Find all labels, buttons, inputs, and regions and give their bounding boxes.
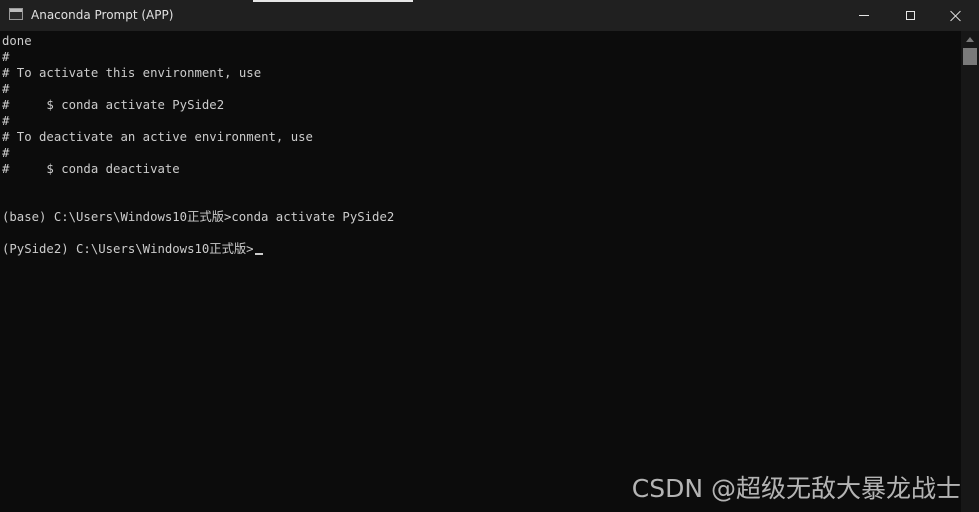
close-button[interactable] bbox=[933, 0, 979, 31]
text-cursor bbox=[254, 253, 263, 255]
watermark: CSDN @超级无敌大暴龙战士 bbox=[631, 474, 961, 503]
window-title: Anaconda Prompt (APP) bbox=[31, 8, 174, 22]
close-icon bbox=[950, 10, 962, 22]
console-line: done bbox=[2, 34, 32, 48]
anaconda-prompt-window: Anaconda Prompt (APP) done # # To activa… bbox=[0, 0, 979, 512]
console-line: # To deactivate an active environment, u… bbox=[2, 130, 313, 144]
maximize-button[interactable] bbox=[887, 0, 933, 31]
console-line: # To activate this environment, use bbox=[2, 66, 262, 80]
title-bar[interactable]: Anaconda Prompt (APP) bbox=[0, 0, 979, 31]
minimize-icon bbox=[859, 15, 869, 16]
console-line: # $ conda activate PySide2 bbox=[2, 98, 225, 112]
console-line: (base) C:\Users\Windows10正式版>conda activ… bbox=[2, 210, 395, 224]
vertical-scrollbar[interactable] bbox=[961, 31, 979, 512]
maximize-icon bbox=[905, 11, 915, 20]
console-window-icon[interactable] bbox=[9, 8, 23, 20]
console-prompt: (PySide2) C:\Users\Windows10正式版> bbox=[2, 242, 254, 256]
console-line: # bbox=[2, 82, 10, 96]
console-prompt-line[interactable]: (PySide2) C:\Users\Windows10正式版> bbox=[2, 241, 263, 257]
console-line: # bbox=[2, 114, 10, 128]
console-line: # bbox=[2, 50, 10, 64]
console-line: # bbox=[2, 146, 10, 160]
scrollbar-thumb[interactable] bbox=[963, 48, 977, 65]
minimize-button[interactable] bbox=[841, 0, 887, 31]
console-output[interactable]: done # # To activate this environment, u… bbox=[0, 31, 961, 512]
scroll-up-arrow-icon[interactable] bbox=[966, 37, 974, 42]
console-line: # $ conda deactivate bbox=[2, 162, 180, 176]
titlebar-accent-line bbox=[253, 0, 413, 2]
